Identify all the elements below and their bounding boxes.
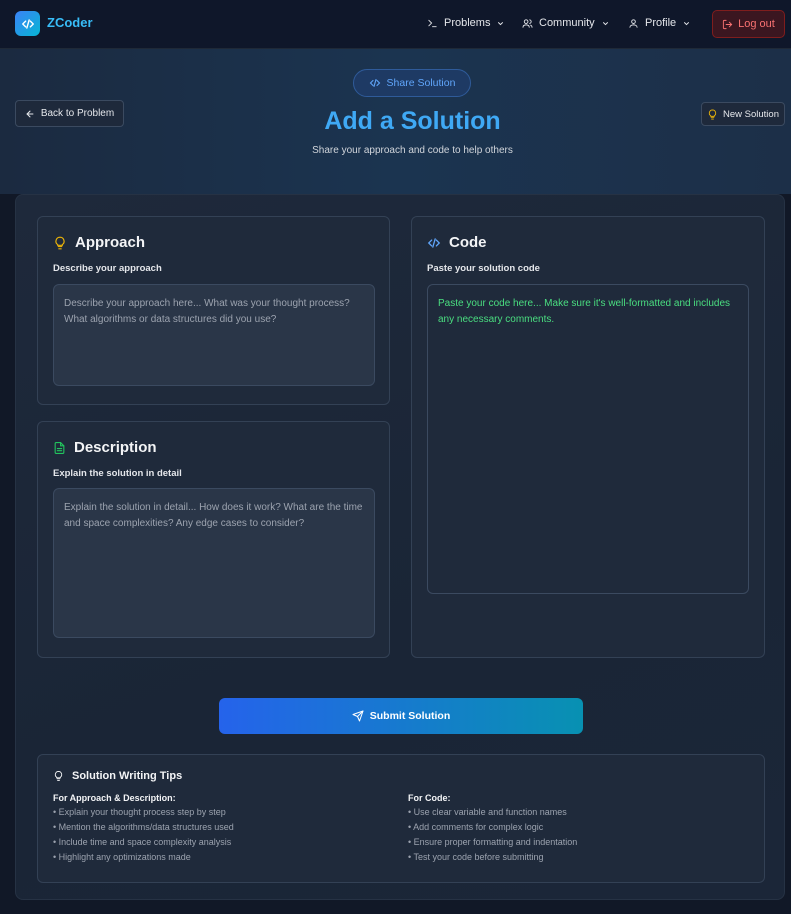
lightbulb-icon xyxy=(55,236,65,249)
submit-solution-button[interactable]: Submit Solution xyxy=(219,698,583,734)
code-icon xyxy=(369,78,380,88)
back-to-problem-label: Back to Problem xyxy=(40,108,115,119)
lightbulb-icon xyxy=(54,770,63,782)
arrow-left-icon xyxy=(26,110,34,117)
list-item: • Explain your thought process step by s… xyxy=(53,807,226,817)
code-label: Paste your solution code xyxy=(427,263,540,274)
list-item: • Ensure proper formatting and indentati… xyxy=(408,837,578,847)
submit-solution-label: Submit Solution xyxy=(369,710,451,722)
logout-button[interactable]: Log out xyxy=(712,10,785,38)
nav-problems[interactable]: Problems xyxy=(427,17,505,29)
back-to-problem-button[interactable]: Back to Problem xyxy=(15,100,124,127)
lightbulb-icon xyxy=(708,108,717,120)
code-textarea[interactable]: Paste your code here... Make sure it's w… xyxy=(427,284,749,594)
share-solution-badge: Share Solution xyxy=(353,69,471,97)
list-item: • Use clear variable and function names xyxy=(408,807,567,817)
tips-right-heading: For Code: xyxy=(408,793,451,803)
approach-card: Approach Describe your approach Describe… xyxy=(37,216,390,405)
send-icon xyxy=(352,710,364,722)
user-icon xyxy=(629,18,638,28)
page-subtitle: Share your approach and code to help oth… xyxy=(312,145,513,156)
tips-heading: Solution Writing Tips xyxy=(53,770,182,782)
approach-heading: Approach xyxy=(53,234,145,251)
list-item: • Highlight any optimizations made xyxy=(53,852,191,862)
share-solution-label: Share Solution xyxy=(386,77,456,89)
document-icon xyxy=(54,441,65,454)
chevron-down-icon xyxy=(498,21,504,25)
nav-community[interactable]: Community xyxy=(522,17,610,29)
chevron-down-icon xyxy=(602,21,608,25)
tips-left-heading: For Approach & Description: xyxy=(53,793,176,803)
chevron-down-icon xyxy=(684,21,690,25)
description-title: Description xyxy=(74,439,157,456)
code-icon xyxy=(427,237,441,248)
hero-header: Share Solution Add a Solution Share your… xyxy=(0,49,791,194)
logo-icon[interactable] xyxy=(15,11,40,36)
approach-label: Describe your approach xyxy=(53,263,162,274)
list-item: • Mention the algorithms/data structures… xyxy=(53,822,234,832)
users-icon xyxy=(522,18,533,28)
nav-community-label: Community xyxy=(539,17,595,29)
terminal-icon xyxy=(428,19,437,27)
nav-problems-label: Problems xyxy=(444,17,491,29)
description-heading: Description xyxy=(53,439,157,456)
description-label: Explain the solution in detail xyxy=(53,468,182,479)
nav-profile[interactable]: Profile xyxy=(628,17,691,29)
tips-left-column: For Approach & Description: • Explain yo… xyxy=(53,793,234,865)
tips-title: Solution Writing Tips xyxy=(72,770,183,782)
app-logo-text[interactable]: ZCoder xyxy=(47,15,93,30)
approach-title: Approach xyxy=(75,234,146,251)
nav-profile-label: Profile xyxy=(645,17,677,29)
tips-right-column: For Code: • Use clear variable and funct… xyxy=(408,793,577,865)
solution-form: Approach Describe your approach Describe… xyxy=(15,194,785,900)
list-item: • Include time and space complexity anal… xyxy=(53,837,232,847)
list-item: • Test your code before submitting xyxy=(408,852,544,862)
list-item: • Add comments for complex logic xyxy=(408,822,544,832)
logout-label: Log out xyxy=(738,18,775,30)
navbar: ZCoder Problems Community Profile Log ou… xyxy=(0,0,791,49)
description-textarea[interactable]: Explain the solution in detail... How do… xyxy=(53,488,375,638)
new-solution-button[interactable]: New Solution xyxy=(701,102,785,126)
logout-icon xyxy=(723,19,733,29)
description-card: Description Explain the solution in deta… xyxy=(37,421,390,658)
code-heading: Code xyxy=(427,234,487,251)
tips-card: Solution Writing Tips For Approach & Des… xyxy=(37,754,765,883)
new-solution-label: New Solution xyxy=(723,108,779,120)
approach-textarea[interactable]: Describe your approach here... What was … xyxy=(53,284,375,386)
code-title: Code xyxy=(449,234,487,251)
code-card: Code Paste your solution code Paste your… xyxy=(411,216,765,658)
